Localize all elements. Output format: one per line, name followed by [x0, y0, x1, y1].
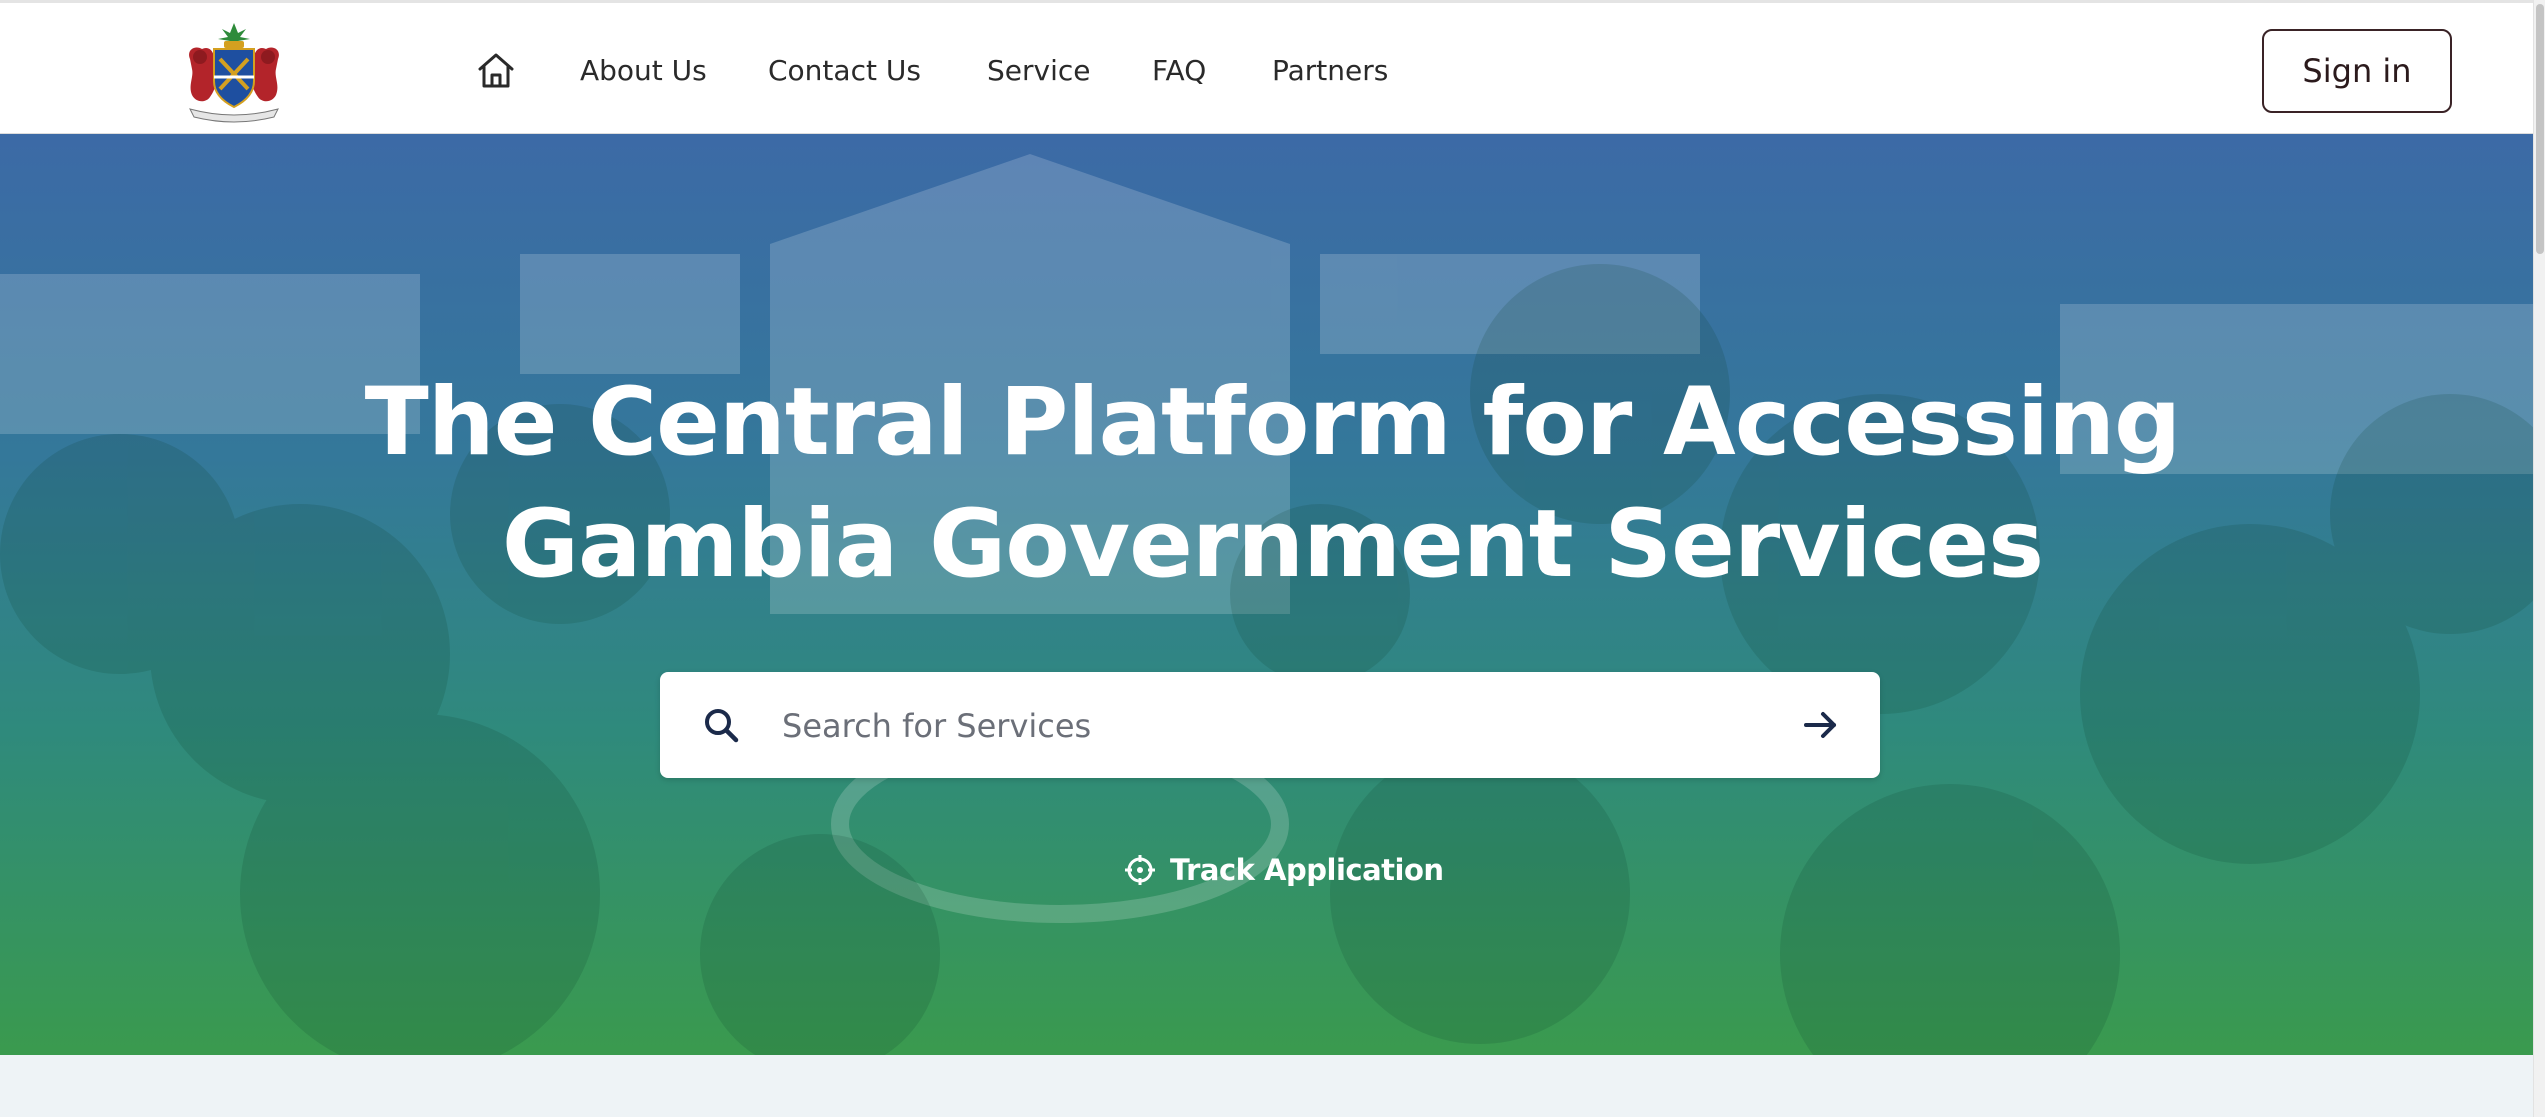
site-header: About Us Contact Us Service FAQ Partners…	[0, 0, 2545, 134]
track-application-link[interactable]: Track Application	[1124, 848, 1444, 892]
hero-section: The Central Platform for Accessing Gambi…	[0, 134, 2545, 1055]
nav-contact-us[interactable]: Contact Us	[768, 51, 921, 91]
crosshair-icon	[1125, 855, 1155, 885]
page: About Us Contact Us Service FAQ Partners…	[0, 0, 2545, 1117]
page-scrollbar[interactable]	[2533, 0, 2545, 1117]
nav-service[interactable]: Service	[987, 51, 1090, 91]
hero-title: The Central Platform for Accessing Gambi…	[0, 362, 2545, 606]
search-icon[interactable]	[700, 704, 742, 746]
hero-title-line-2: Gambia Government Services	[501, 490, 2044, 599]
nav-about-us[interactable]: About Us	[580, 51, 707, 91]
search-bar	[660, 672, 1880, 778]
search-input[interactable]	[780, 692, 1744, 760]
arrow-right-icon[interactable]	[1800, 704, 1842, 746]
content-section-top	[0, 1055, 2545, 1117]
hero-title-line-1: The Central Platform for Accessing	[364, 368, 2182, 477]
scrollbar-thumb[interactable]	[2536, 4, 2544, 254]
nav-partners[interactable]: Partners	[1272, 51, 1388, 91]
coat-of-arms-logo[interactable]	[180, 19, 288, 123]
track-application-label: Track Application	[1170, 853, 1444, 887]
home-icon[interactable]	[474, 49, 518, 93]
nav-faq[interactable]: FAQ	[1152, 51, 1206, 91]
sign-in-button[interactable]: Sign in	[2262, 29, 2452, 113]
